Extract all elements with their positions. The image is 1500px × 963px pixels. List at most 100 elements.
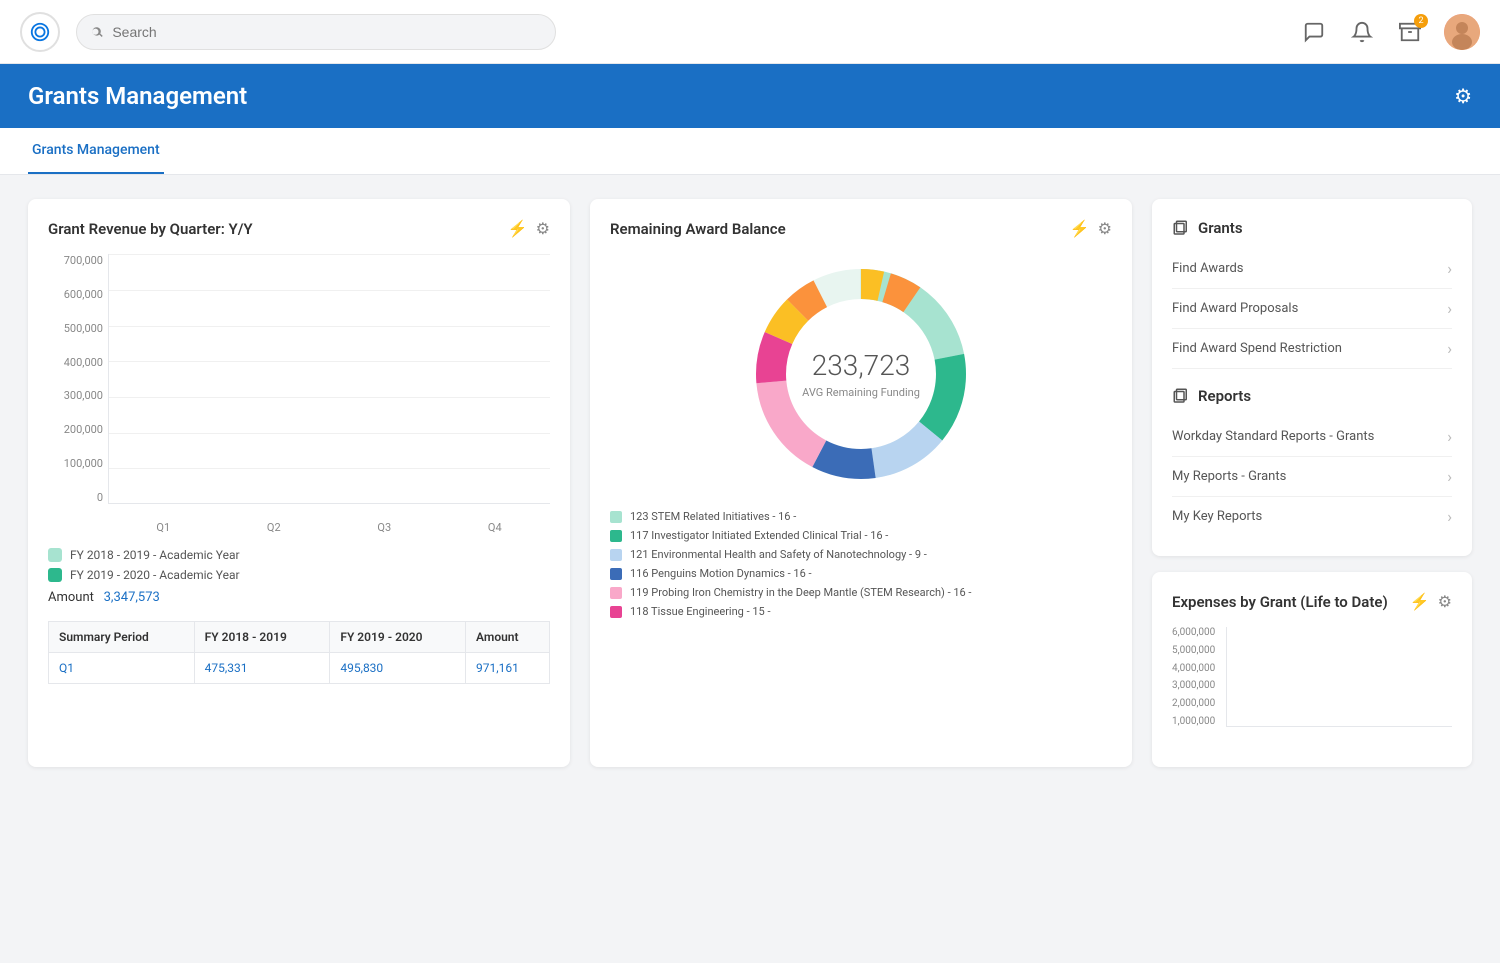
settings-icon[interactable]: ⚙ xyxy=(1454,84,1472,108)
menu-find-awards[interactable]: Find Awards › xyxy=(1172,249,1452,289)
expenses-chart-area: 6,000,000 5,000,000 4,000,000 3,000,000 … xyxy=(1172,627,1452,747)
filter-icon[interactable]: ⚡ xyxy=(508,219,528,238)
inbox-icon[interactable]: 2 xyxy=(1396,18,1424,46)
donut-chart-actions: ⚡ ⚙ xyxy=(1070,219,1112,238)
bar-chart-settings-icon[interactable]: ⚙ xyxy=(536,219,550,238)
top-nav: 2 xyxy=(0,0,1500,64)
grants-links-card: Grants Find Awards › Find Award Proposal… xyxy=(1152,199,1472,556)
bar-chart-header: Grant Revenue by Quarter: Y/Y ⚡ ⚙ xyxy=(48,219,550,238)
tab-bar: Grants Management xyxy=(0,128,1500,175)
search-input[interactable] xyxy=(112,24,541,40)
reports-section-label: Reports xyxy=(1198,387,1251,405)
grants-section-title: Grants xyxy=(1172,219,1452,237)
my-key-reports-chevron: › xyxy=(1447,507,1452,526)
legend-text-5: 119 Probing Iron Chemistry in the Deep M… xyxy=(630,586,971,599)
expenses-chart-card: Expenses by Grant (Life to Date) ⚡ ⚙ 6,0… xyxy=(1152,572,1472,767)
bar-chart-title: Grant Revenue by Quarter: Y/Y xyxy=(48,220,253,238)
find-awards-label: Find Awards xyxy=(1172,261,1244,276)
my-key-reports-label: My Key Reports xyxy=(1172,509,1262,524)
x-axis-labels: Q1 Q2 Q3 Q4 xyxy=(108,521,550,534)
search-icon xyxy=(91,25,104,39)
find-awards-chevron: › xyxy=(1447,259,1452,278)
legend-item-1: FY 2018 - 2019 - Academic Year xyxy=(48,548,550,562)
my-reports-chevron: › xyxy=(1447,467,1452,486)
legend-color-2 xyxy=(610,530,622,542)
donut-chart-title: Remaining Award Balance xyxy=(610,220,786,238)
legend-label-1: FY 2018 - 2019 - Academic Year xyxy=(70,548,240,562)
amount-line: Amount 3,347,573 xyxy=(48,590,550,605)
workday-reports-chevron: › xyxy=(1447,427,1452,446)
find-award-spend-chevron: › xyxy=(1447,339,1452,358)
donut-legend-3: 121 Environmental Health and Safety of N… xyxy=(610,548,1112,561)
th-fy-2018: FY 2018 - 2019 xyxy=(194,622,330,653)
legend-color-3 xyxy=(610,549,622,561)
bar-chart-actions: ⚡ ⚙ xyxy=(508,219,550,238)
donut-legend-2: 117 Investigator Initiated Extended Clin… xyxy=(610,529,1112,542)
td-amt: 971,161 xyxy=(466,653,550,684)
workday-logo xyxy=(20,12,60,52)
donut-filter-icon[interactable]: ⚡ xyxy=(1070,219,1090,238)
grants-section-label: Grants xyxy=(1198,219,1243,237)
donut-center: 233,723 AVG Remaining Funding xyxy=(802,349,920,399)
chat-icon[interactable] xyxy=(1300,18,1328,46)
legend-label-2: FY 2019 - 2020 - Academic Year xyxy=(70,568,240,582)
inbox-badge: 2 xyxy=(1414,14,1428,28)
bar-chart-area: 700,000 600,000 500,000 400,000 300,000 … xyxy=(48,254,550,534)
expenses-chart-actions: ⚡ ⚙ xyxy=(1410,592,1452,611)
grants-section-icon xyxy=(1172,219,1190,237)
donut-legend-4: 116 Penguins Motion Dynamics - 16 - xyxy=(610,567,1112,580)
tab-grants-management[interactable]: Grants Management xyxy=(28,128,164,174)
td-period[interactable]: Q1 xyxy=(49,653,195,684)
td-fy19: 495,830 xyxy=(330,653,466,684)
legend-color-1 xyxy=(610,511,622,523)
legend-color-4 xyxy=(610,568,622,580)
legend-text-6: 118 Tissue Engineering - 15 - xyxy=(630,605,770,618)
legend-item-2: FY 2019 - 2020 - Academic Year xyxy=(48,568,550,582)
page-header: Grants Management ⚙ xyxy=(0,64,1500,128)
right-panel: Grants Find Awards › Find Award Proposal… xyxy=(1152,199,1472,767)
donut-chart-header: Remaining Award Balance ⚡ ⚙ xyxy=(610,219,1112,238)
donut-legend-1: 123 STEM Related Initiatives - 16 - xyxy=(610,510,1112,523)
donut-chart-card: Remaining Award Balance ⚡ ⚙ xyxy=(590,199,1132,767)
bar-chart-card: Grant Revenue by Quarter: Y/Y ⚡ ⚙ 700,00… xyxy=(28,199,570,767)
amount-value: 3,347,573 xyxy=(104,590,160,605)
bar-groups xyxy=(108,254,550,504)
legend-text-3: 121 Environmental Health and Safety of N… xyxy=(630,548,927,561)
exp-y-labels: 6,000,000 5,000,000 4,000,000 3,000,000 … xyxy=(1172,627,1222,727)
summary-table: Summary Period FY 2018 - 2019 FY 2019 - … xyxy=(48,621,550,684)
menu-find-award-proposals[interactable]: Find Award Proposals › xyxy=(1172,289,1452,329)
reports-section-icon xyxy=(1172,387,1190,405)
my-reports-label: My Reports - Grants xyxy=(1172,469,1286,484)
donut-legend: 123 STEM Related Initiatives - 16 - 117 … xyxy=(610,510,1112,618)
td-fy18: 475,331 xyxy=(194,653,330,684)
expenses-settings-icon[interactable]: ⚙ xyxy=(1438,592,1452,611)
legend-color-6 xyxy=(610,606,622,618)
find-award-proposals-label: Find Award Proposals xyxy=(1172,301,1298,316)
legend-text-4: 116 Penguins Motion Dynamics - 16 - xyxy=(630,567,812,580)
menu-my-reports[interactable]: My Reports - Grants › xyxy=(1172,457,1452,497)
search-bar[interactable] xyxy=(76,14,556,50)
menu-find-award-spend[interactable]: Find Award Spend Restriction › xyxy=(1172,329,1452,369)
donut-legend-5: 119 Probing Iron Chemistry in the Deep M… xyxy=(610,586,1112,599)
legend-text-2: 117 Investigator Initiated Extended Clin… xyxy=(630,529,888,542)
legend-text-1: 123 STEM Related Initiatives - 16 - xyxy=(630,510,796,523)
th-fy-2019: FY 2019 - 2020 xyxy=(330,622,466,653)
donut-settings-icon[interactable]: ⚙ xyxy=(1098,219,1112,238)
find-award-proposals-chevron: › xyxy=(1447,299,1452,318)
menu-workday-reports[interactable]: Workday Standard Reports - Grants › xyxy=(1172,417,1452,457)
reports-section-title: Reports xyxy=(1172,387,1452,405)
expenses-chart-header: Expenses by Grant (Life to Date) ⚡ ⚙ xyxy=(1172,592,1452,611)
donut-container: 233,723 AVG Remaining Funding xyxy=(610,254,1112,494)
donut-legend-6: 118 Tissue Engineering - 15 - xyxy=(610,605,1112,618)
expenses-filter-icon[interactable]: ⚡ xyxy=(1410,592,1430,611)
th-summary-period: Summary Period xyxy=(49,622,195,653)
find-award-spend-label: Find Award Spend Restriction xyxy=(1172,341,1342,356)
table-row: Q1 475,331 495,830 971,161 xyxy=(49,653,550,684)
notification-icon[interactable] xyxy=(1348,18,1376,46)
user-avatar[interactable] xyxy=(1444,14,1480,50)
menu-my-key-reports[interactable]: My Key Reports › xyxy=(1172,497,1452,536)
th-amount: Amount xyxy=(466,622,550,653)
nav-right: 2 xyxy=(1300,14,1480,50)
main-content: Grant Revenue by Quarter: Y/Y ⚡ ⚙ 700,00… xyxy=(0,175,1500,791)
amount-label: Amount xyxy=(48,590,94,605)
